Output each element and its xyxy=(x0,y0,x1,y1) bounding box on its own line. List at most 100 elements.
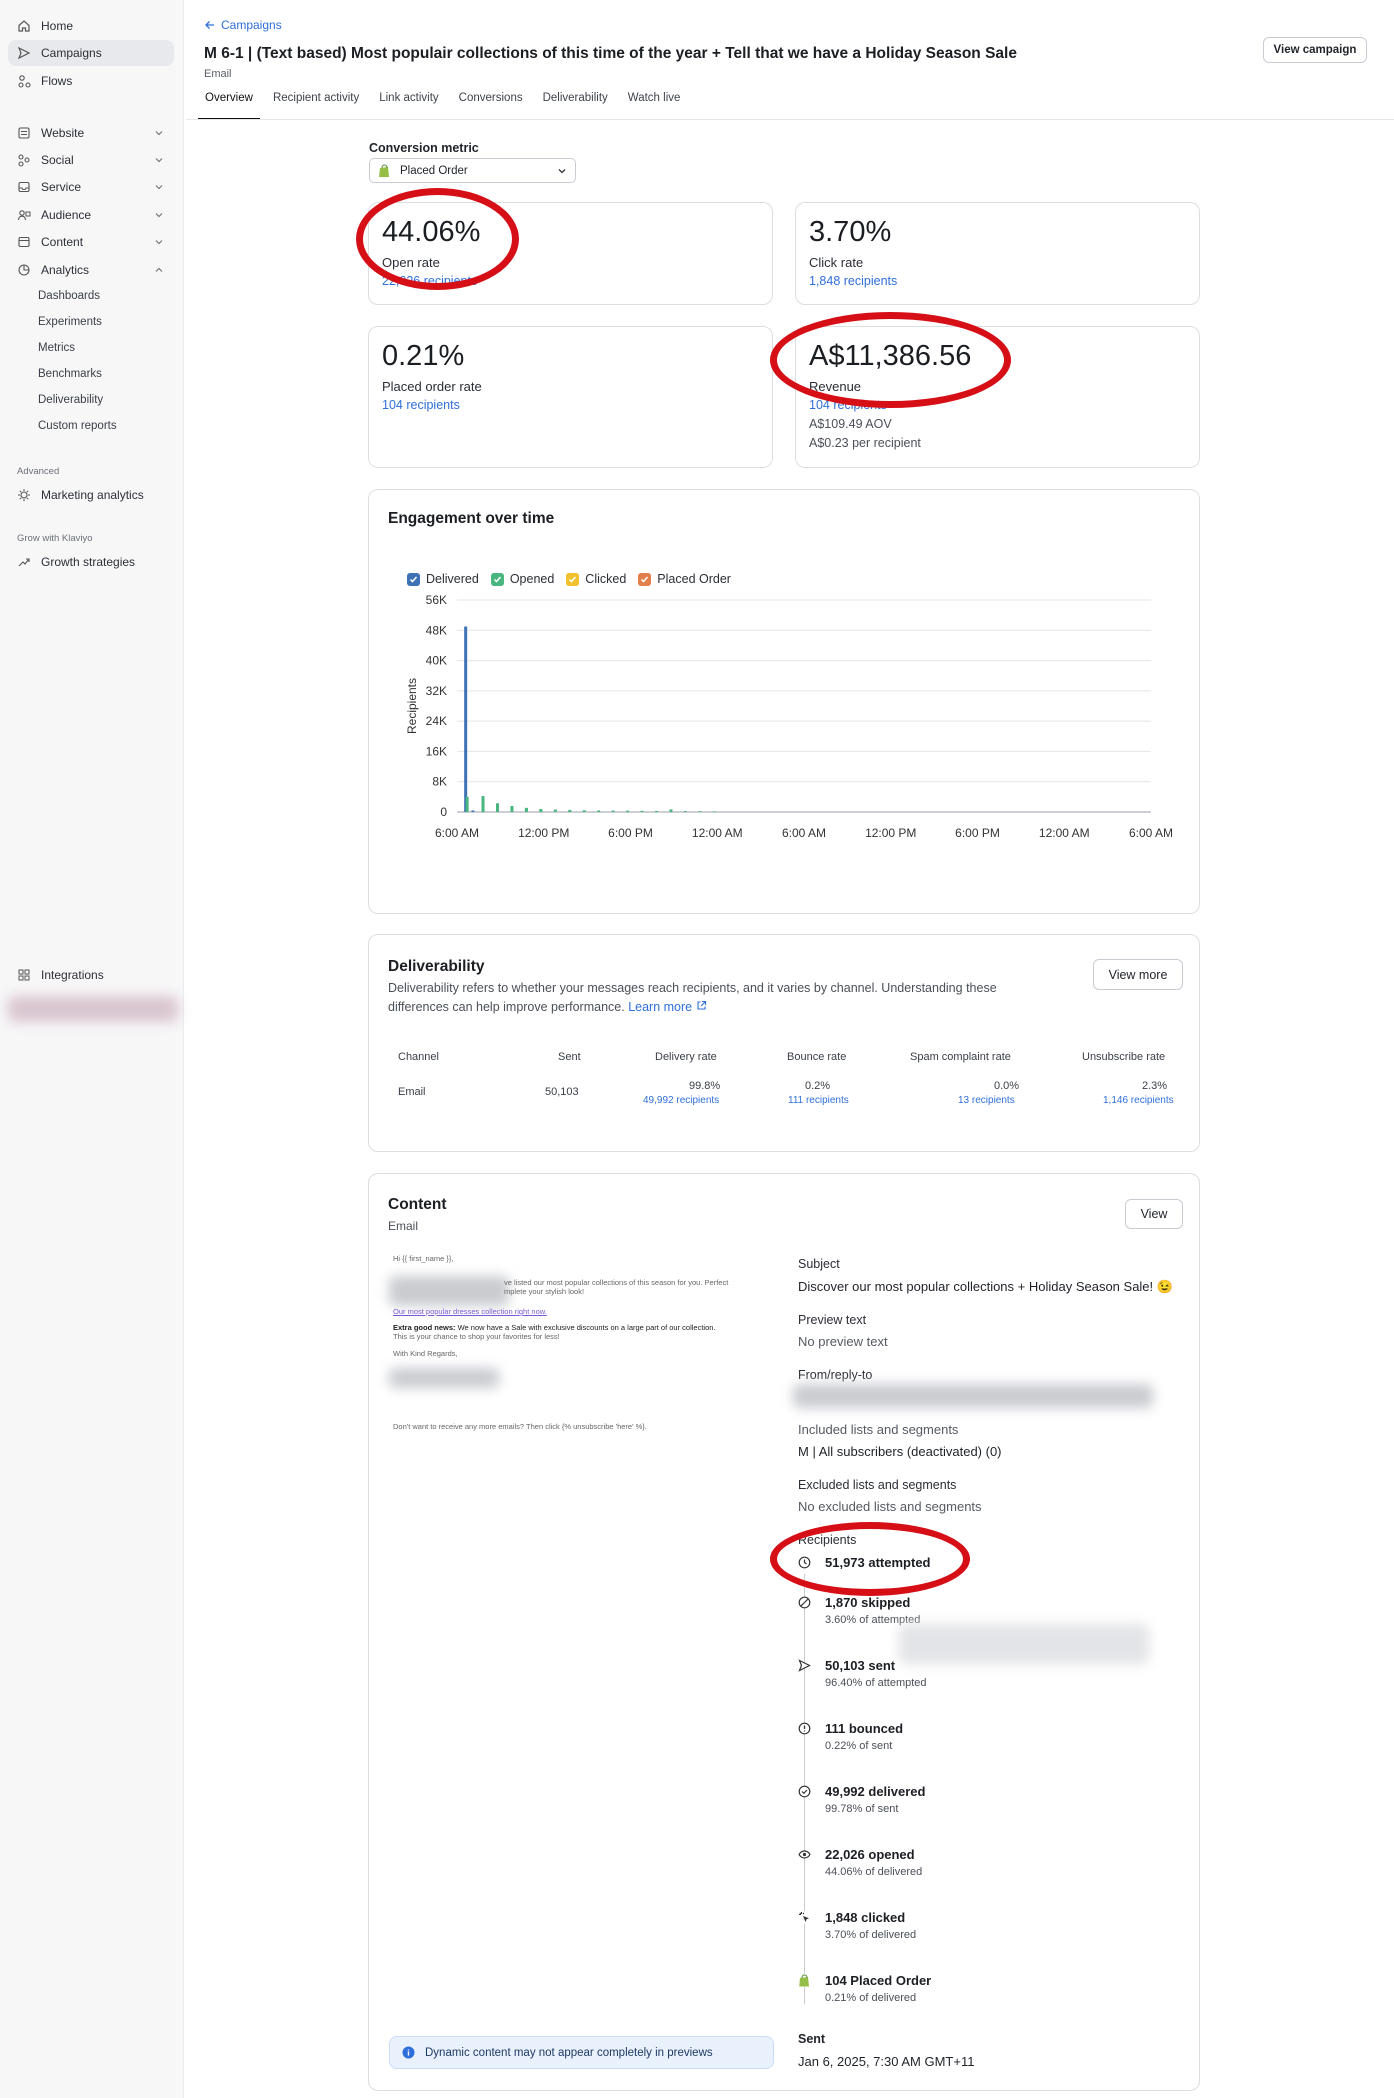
sidebar-item-growth-strategies[interactable]: Growth strategies xyxy=(8,549,174,575)
sidebar-item-label: Integrations xyxy=(41,968,104,982)
sidebar-item-analytics[interactable]: Analytics xyxy=(8,257,174,283)
legend-label: Opened xyxy=(509,572,555,586)
timeline-value: 1,870 skipped xyxy=(825,1595,911,1610)
checkbox-icon xyxy=(407,572,420,586)
preview-line2: mplete your stylish look! xyxy=(504,1287,585,1296)
bar-opened xyxy=(510,805,514,812)
y-tick-label: 24K xyxy=(426,714,447,728)
home-icon xyxy=(16,18,32,34)
external-link-icon xyxy=(697,1000,706,1010)
legend-label: Delivered xyxy=(426,572,479,586)
content-subtitle: Email xyxy=(388,1219,419,1233)
placed-order-recipients-link[interactable]: 104 recipients xyxy=(382,398,460,412)
sidebar-subitem-dashboards[interactable]: Dashboards xyxy=(38,290,100,302)
tab-conversions[interactable]: Conversions xyxy=(452,92,530,120)
cell-delivery-rate: 99.8% xyxy=(689,1080,721,1092)
view-content-button[interactable]: View xyxy=(1125,1199,1183,1229)
sidebar-subitem-custom-reports[interactable]: Custom reports xyxy=(38,420,117,432)
preview-text-value: No preview text xyxy=(798,1334,888,1349)
sidebar-item-label: Content xyxy=(41,235,84,249)
redacted-text xyxy=(389,1276,509,1306)
view-campaign-button[interactable]: View campaign xyxy=(1263,37,1367,63)
bar-delivered xyxy=(464,626,468,812)
audience-icon xyxy=(16,207,32,223)
tab-divider xyxy=(186,119,1394,120)
sidebar-item-marketing-analytics[interactable]: Marketing analytics xyxy=(8,482,174,508)
cell-spam-link[interactable]: 13 recipients xyxy=(958,1095,1015,1106)
timeline-sub: 96.40% of attempted xyxy=(825,1677,927,1689)
legend-opened[interactable]: Opened xyxy=(490,572,555,586)
sidebar-item-social[interactable]: Social xyxy=(8,147,174,173)
sidebar-header-grow: Grow with Klaviyo xyxy=(17,533,93,544)
sidebar-item-label: Audience xyxy=(41,208,92,222)
checkbox-icon xyxy=(490,572,504,586)
timeline-sub: 0.21% of delivered xyxy=(825,1992,917,2004)
cell-delivery-link[interactable]: 49,992 recipients xyxy=(643,1095,719,1106)
cell-unsubscribe-link[interactable]: 1,146 recipients xyxy=(1103,1095,1174,1106)
excluded-value: No excluded lists and segments xyxy=(798,1499,982,1514)
email-preview: Hi {{ first_name }}, ve listed our most … xyxy=(389,1254,779,1454)
sidebar-item-flows[interactable]: Flows xyxy=(8,68,174,94)
alert-icon xyxy=(798,1722,811,1735)
shopify-icon xyxy=(798,1974,811,1987)
preview-extra-bold: Extra good news: xyxy=(393,1323,456,1332)
x-tick-label: 6:00 PM xyxy=(955,826,1000,840)
legend-placed-order[interactable]: Placed Order xyxy=(638,572,731,586)
timeline-value: 111 bounced xyxy=(825,1721,904,1736)
y-tick-label: 56K xyxy=(426,593,447,607)
tab-watch-live[interactable]: Watch live xyxy=(621,92,688,120)
included-label: Included lists and segments xyxy=(798,1422,959,1437)
back-link[interactable]: Campaigns xyxy=(204,18,282,32)
annotation-circle xyxy=(770,1522,970,1596)
chevron-down-icon xyxy=(155,213,163,218)
bar-opened xyxy=(683,811,687,812)
tab-link-activity[interactable]: Link activity xyxy=(372,92,445,120)
tab-overview[interactable]: Overview xyxy=(198,92,260,120)
cell-bounce-rate: 0.2% xyxy=(805,1080,831,1092)
legend-delivered[interactable]: Delivered xyxy=(407,572,479,586)
sidebar-subitem-benchmarks[interactable]: Benchmarks xyxy=(38,368,102,380)
learn-more-link[interactable]: Learn more xyxy=(628,1000,706,1014)
cell-bounce-link[interactable]: 111 recipients xyxy=(788,1095,849,1106)
chevron-down-icon xyxy=(155,158,163,163)
bar-opened xyxy=(712,811,716,812)
view-more-button[interactable]: View more xyxy=(1093,959,1183,990)
sidebar-item-label: Marketing analytics xyxy=(41,488,144,502)
click-rate-recipients-link[interactable]: 1,848 recipients xyxy=(809,274,897,288)
analytics-icon xyxy=(16,262,32,278)
sidebar-subitem-deliverability[interactable]: Deliverability xyxy=(38,394,103,406)
sidebar-subitem-metrics[interactable]: Metrics xyxy=(38,342,75,354)
cell-channel: Email xyxy=(398,1086,426,1098)
chevron-down-icon xyxy=(558,169,566,174)
x-tick-label: 6:00 AM xyxy=(1129,826,1173,840)
tab-recipient-activity[interactable]: Recipient activity xyxy=(266,92,366,120)
chevron-up-icon xyxy=(155,267,163,272)
sidebar-item-integrations[interactable]: Integrations xyxy=(8,962,174,988)
legend-clicked[interactable]: Clicked xyxy=(566,572,626,586)
checkbox-icon xyxy=(638,572,652,586)
account-switcher[interactable] xyxy=(8,996,178,1022)
sidebar-subitem-experiments[interactable]: Experiments xyxy=(38,316,102,328)
sent-value: Jan 6, 2025, 7:30 AM GMT+11 xyxy=(798,2054,975,2069)
cell-spam-rate: 0.0% xyxy=(994,1080,1020,1092)
bar-opened xyxy=(655,810,659,812)
tab-deliverability[interactable]: Deliverability xyxy=(536,92,615,120)
x-tick-label: 12:00 PM xyxy=(865,826,916,840)
preview-extra-news: Extra good news: We now have a Sale with… xyxy=(393,1323,716,1332)
deliverability-desc-line2: differences can help improve performance… xyxy=(388,1000,625,1014)
from-reply-to-label: From/reply-to xyxy=(798,1368,873,1382)
sidebar-item-label: Service xyxy=(41,180,82,194)
notice-text: Dynamic content may not appear completel… xyxy=(425,2046,713,2059)
sidebar-item-service[interactable]: Service xyxy=(8,174,174,200)
sidebar-item-website[interactable]: Website xyxy=(8,120,174,146)
sidebar-item-home[interactable]: Home xyxy=(8,13,174,39)
sidebar-item-audience[interactable]: Audience xyxy=(8,202,174,228)
conversion-metric-select[interactable]: Placed Order xyxy=(369,158,576,183)
x-tick-label: 12:00 AM xyxy=(1039,826,1090,840)
sidebar-item-campaigns[interactable]: Campaigns xyxy=(8,40,174,66)
sidebar-item-content[interactable]: Content xyxy=(8,229,174,255)
social-icon xyxy=(16,152,32,168)
timeline-value: 22,026 opened xyxy=(825,1847,915,1862)
col-sent: Sent xyxy=(558,1051,581,1063)
sidebar-item-label: Campaigns xyxy=(41,46,102,60)
